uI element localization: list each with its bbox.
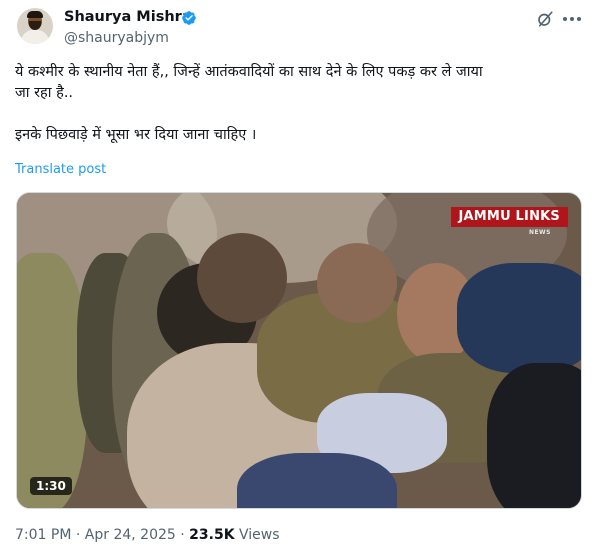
video-frame <box>17 193 581 508</box>
tweet-text: ये कश्मीर के स्थानीय नेता हैं,, जिन्हें … <box>15 62 581 146</box>
tweet-text-line: इनके पिछवाड़े में भूसा भर दिया जाना चाहि… <box>15 127 257 143</box>
video-duration: 1:30 <box>30 477 72 495</box>
tweet-text-line: ये कश्मीर के स्थानीय नेता हैं,, जिन्हें … <box>15 64 483 80</box>
verified-badge-icon <box>182 11 196 25</box>
video-watermark: JAMMU LINKS <box>450 207 568 227</box>
meta-separator: · <box>180 527 185 543</box>
video-watermark-sub: NEWS <box>528 229 551 236</box>
post-time[interactable]: 7:01 PM <box>15 527 71 543</box>
grok-icon[interactable] <box>536 10 554 28</box>
translate-post-link[interactable]: Translate post <box>15 162 106 177</box>
avatar-beard-shape <box>29 21 41 30</box>
tweet-meta: 7:01 PM · Apr 24, 2025 · 23.5K Views <box>15 527 280 543</box>
author-name[interactable]: Shaurya Mishra <box>64 9 192 25</box>
avatar-hair-shape <box>27 11 43 18</box>
tweet-text-line: जा रहा है.. <box>15 85 74 101</box>
post-date[interactable]: Apr 24, 2025 <box>85 527 176 543</box>
video-player[interactable]: JAMMU LINKS NEWS 1:30 <box>16 192 582 509</box>
views-count: 23.5K <box>189 527 235 543</box>
author-handle[interactable]: @shauryabjym <box>64 30 169 46</box>
avatar-body-shape <box>21 30 49 44</box>
more-options-icon[interactable] <box>563 16 581 22</box>
meta-separator: · <box>75 527 81 543</box>
avatar[interactable] <box>17 8 53 44</box>
views-label: Views <box>239 527 280 543</box>
